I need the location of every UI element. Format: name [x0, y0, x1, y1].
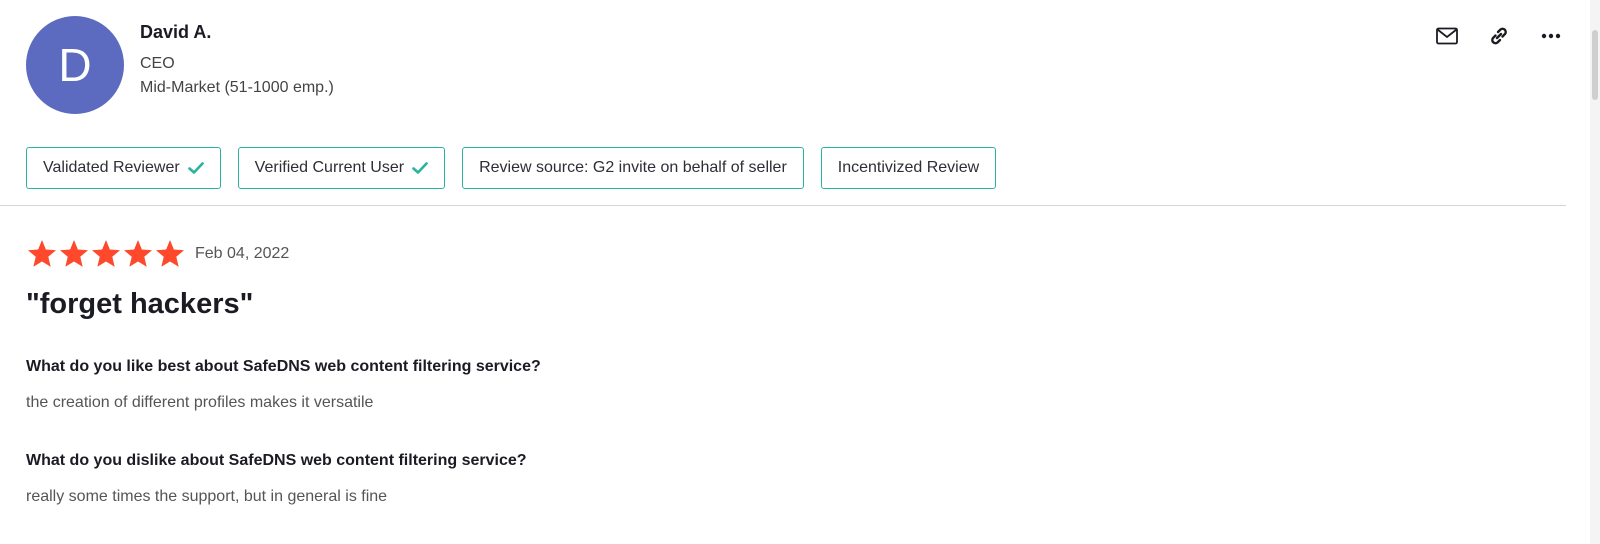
answer-dislike: really some times the support, but in ge… [26, 488, 388, 505]
reviewer-header: D David A. CEO Mid-Market (51-1000 emp.) [26, 16, 1566, 116]
star-icon [60, 240, 88, 267]
star-rating [26, 238, 186, 270]
reviewer-title: CEO [140, 55, 175, 72]
more-options-button[interactable] [1536, 24, 1566, 48]
badge-validated-reviewer[interactable]: Validated Reviewer [26, 147, 221, 189]
answer-like-best: the creation of different profiles makes… [26, 394, 374, 411]
review-date: Feb 04, 2022 [195, 245, 290, 262]
badge-label: Review source: G2 invite on behalf of se… [479, 159, 787, 176]
star-icon [28, 240, 56, 267]
reviewer-name: David A. [140, 22, 212, 42]
qa-dislike: What do you dislike about SafeDNS web co… [26, 452, 527, 506]
envelope-icon [1436, 27, 1458, 45]
qa-like-best: What do you like best about SafeDNS web … [26, 358, 541, 412]
badge-review-source[interactable]: Review source: G2 invite on behalf of se… [462, 147, 804, 189]
badge-label: Incentivized Review [837, 159, 980, 176]
question-like-best: What do you like best about SafeDNS web … [26, 358, 541, 375]
star-icon [124, 240, 152, 267]
divider [0, 205, 1566, 206]
copy-link-button[interactable] [1484, 24, 1514, 48]
more-icon [1541, 33, 1561, 39]
badge-label: Validated Reviewer [43, 159, 180, 176]
avatar: D [26, 16, 124, 114]
question-dislike: What do you dislike about SafeDNS web co… [26, 452, 527, 469]
check-icon [412, 162, 428, 174]
star-icon [92, 240, 120, 267]
email-button[interactable] [1432, 24, 1462, 48]
reviewer-info: David A. CEO Mid-Market (51-1000 emp.) [140, 22, 334, 97]
link-icon [1491, 27, 1507, 45]
reviewer-segment: Mid-Market (51-1000 emp.) [140, 79, 334, 96]
star-icon [156, 240, 184, 267]
check-icon [187, 162, 204, 174]
badge-verified-current-user[interactable]: Verified Current User [237, 147, 446, 189]
scrollbar-track[interactable] [1590, 0, 1600, 544]
rating-row: Feb 04, 2022 [26, 238, 289, 270]
review-title: "forget hackers" [26, 288, 254, 320]
reviewer-badges: Validated Reviewer Verified Current User… [26, 147, 1013, 189]
badge-incentivized-review[interactable]: Incentivized Review [820, 147, 997, 189]
scrollbar-thumb[interactable] [1592, 30, 1598, 100]
badge-label: Verified Current User [254, 159, 405, 176]
review-actions [1410, 24, 1566, 48]
